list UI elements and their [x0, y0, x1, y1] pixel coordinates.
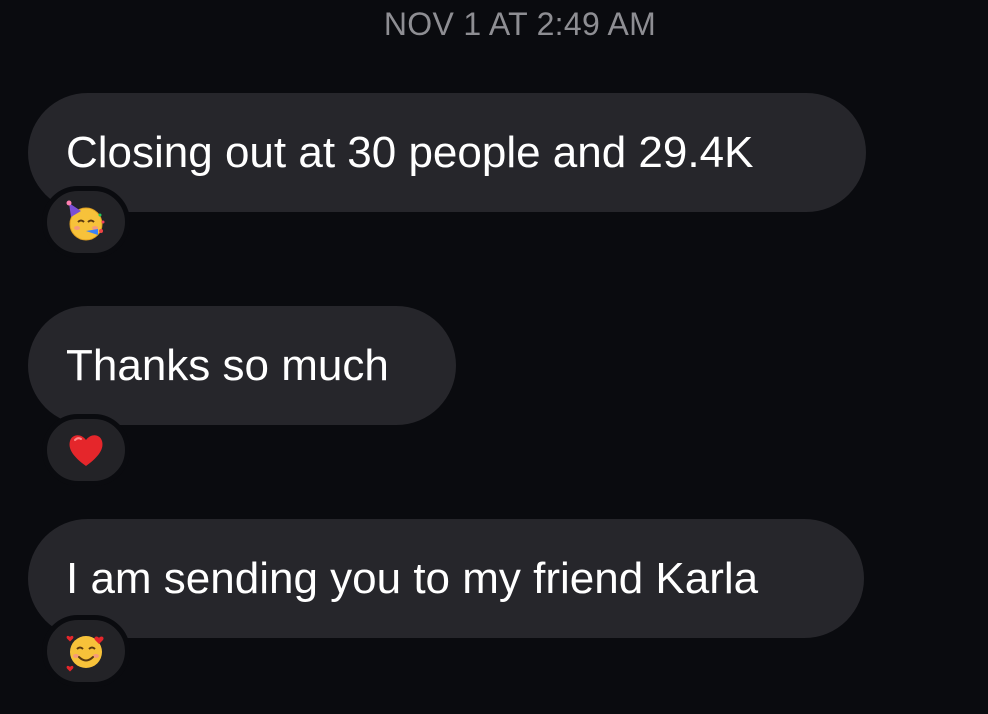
message-text: I am sending you to my friend Karla: [66, 553, 759, 603]
partying-face-emoji-icon: [66, 200, 105, 241]
message-bubble[interactable]: I am sending you to my friend Karla: [28, 519, 864, 638]
message-text: Thanks so much: [66, 340, 389, 390]
smiling-face-with-hearts-emoji-icon: [66, 635, 104, 672]
red-heart-emoji-icon: [69, 435, 103, 466]
message-row: Closing out at 30 people and 29.4K: [28, 93, 866, 258]
message-text: Closing out at 30 people and 29.4K: [66, 127, 754, 177]
reaction-badge[interactable]: [42, 615, 130, 687]
message-row: I am sending you to my friend Karla: [28, 519, 864, 687]
message-bubble[interactable]: Closing out at 30 people and 29.4K: [28, 93, 866, 212]
reaction-badge[interactable]: [42, 186, 130, 258]
reaction-badge[interactable]: [42, 414, 130, 486]
message-timestamp: NOV 1 AT 2:49 AM: [383, 6, 657, 42]
message-row: Thanks so much: [28, 306, 456, 486]
message-bubble[interactable]: Thanks so much: [28, 306, 456, 425]
